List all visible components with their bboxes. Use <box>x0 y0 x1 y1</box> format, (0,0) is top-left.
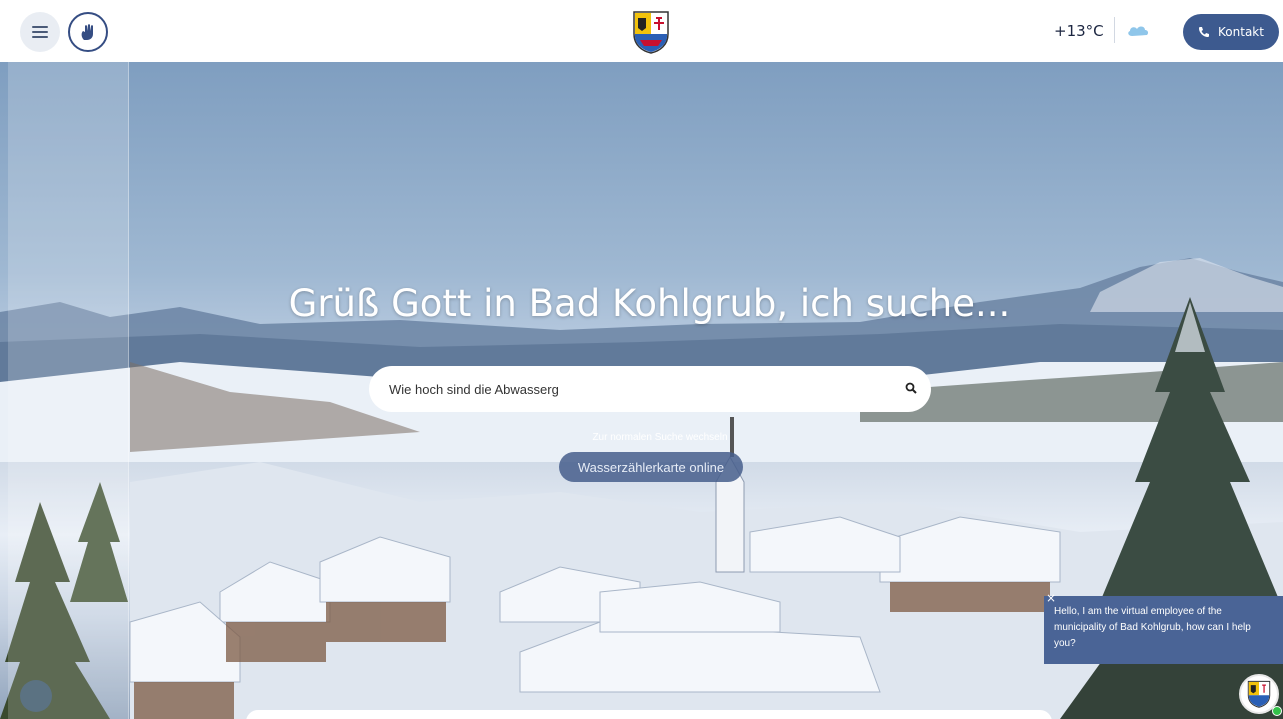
chat-message: Hello, I am the virtual employee of the … <box>1054 606 1251 649</box>
chat-close-icon[interactable]: × <box>1046 591 1056 605</box>
suggestion-button[interactable]: Wasserzählerkarte online <box>559 452 743 482</box>
search-input[interactable] <box>389 366 889 412</box>
hamburger-line <box>32 36 48 38</box>
accessibility-widget-icon[interactable] <box>20 680 52 712</box>
header: +13°C Kontakt <box>0 0 1283 62</box>
hero-section: Grüß Gott in Bad Kohlgrub, ich suche... … <box>0 62 1283 719</box>
header-divider <box>1114 17 1115 43</box>
left-side-panel <box>8 62 129 719</box>
contact-button[interactable]: Kontakt <box>1183 14 1279 50</box>
hero-headline: Grüß Gott in Bad Kohlgrub, ich suche... <box>288 282 1011 325</box>
content-card-edge <box>246 710 1052 719</box>
online-status-indicator <box>1272 706 1282 716</box>
accessibility-button[interactable] <box>68 12 108 52</box>
search-icon[interactable] <box>905 382 917 394</box>
phone-icon <box>1199 27 1210 37</box>
menu-button[interactable] <box>20 12 60 52</box>
hamburger-line <box>32 31 48 33</box>
municipality-crest-logo[interactable] <box>632 10 670 54</box>
hand-icon <box>81 24 93 40</box>
chat-bubble[interactable]: Hello, I am the virtual employee of the … <box>1044 596 1283 664</box>
contact-label: Kontakt <box>1218 25 1264 39</box>
search-bar <box>369 366 931 412</box>
crest-icon <box>1247 680 1271 708</box>
cloud-icon <box>1128 26 1149 36</box>
hamburger-icon <box>32 26 48 28</box>
temperature-readout: +13°C <box>1054 22 1104 40</box>
switch-search-link[interactable]: Zur normalen Suche wechseln <box>560 432 760 443</box>
